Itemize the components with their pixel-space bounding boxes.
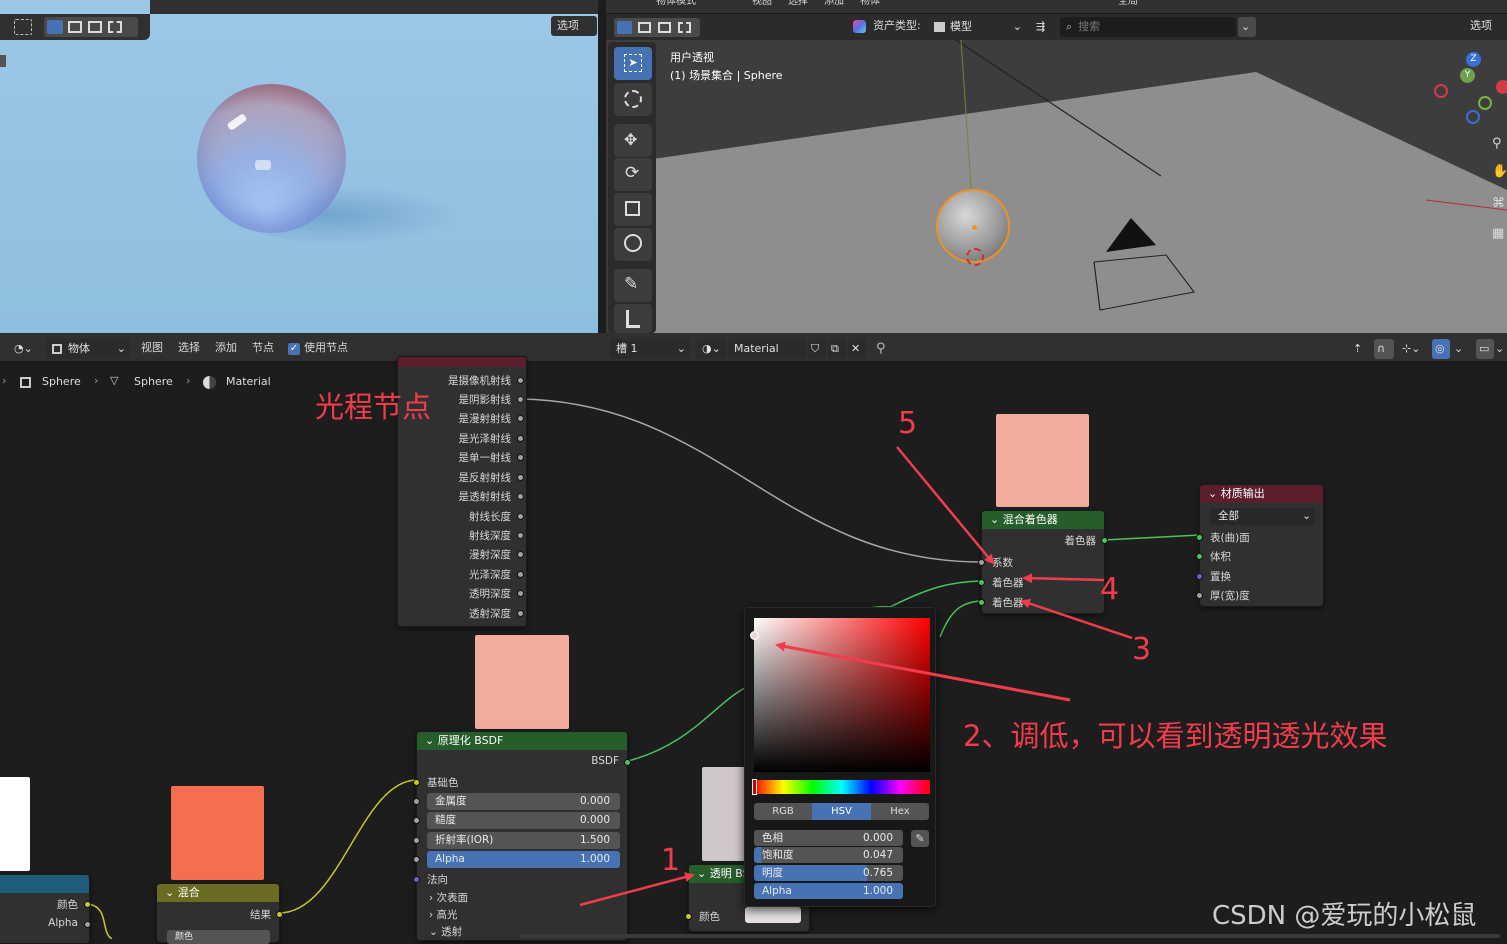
annotation-step-3: 3 (1132, 632, 1152, 667)
annotation-arrows (579, 446, 1133, 907)
annotation-step-5: 5 (898, 406, 918, 441)
annotation-light-path: 光程节点 (315, 390, 432, 424)
annotation-step-1: 1 (661, 843, 681, 878)
watermark: CSDN @爱玩的小松鼠 (1212, 901, 1477, 931)
annotation-step-4: 4 (1100, 572, 1120, 607)
annotation-step-2: 2、调低，可以看到透明透光效果 (963, 719, 1388, 753)
